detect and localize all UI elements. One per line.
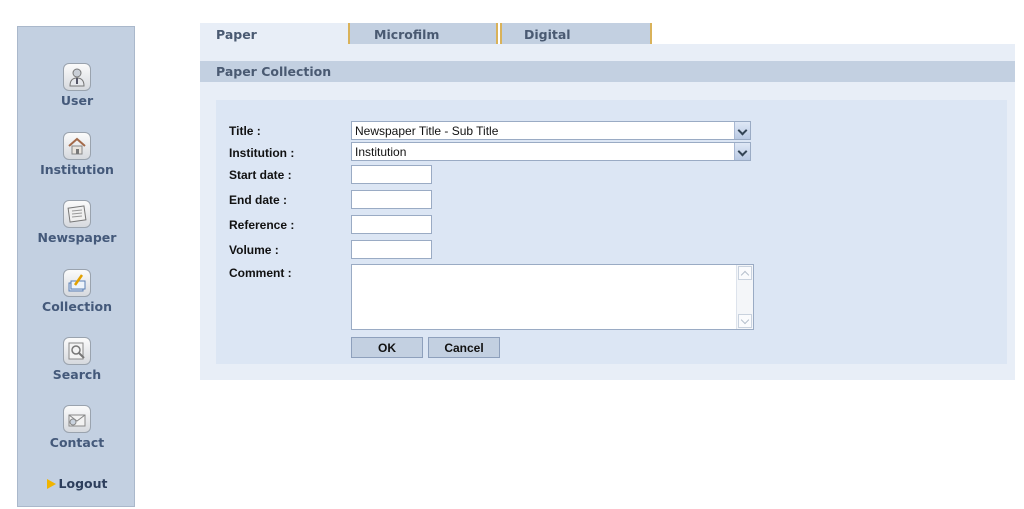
- ok-button[interactable]: OK: [351, 337, 423, 358]
- house-icon: [63, 132, 91, 160]
- end-date-input[interactable]: [351, 190, 432, 209]
- sidebar: User Institution Newspaper Collection Se…: [17, 26, 135, 507]
- tab-digital[interactable]: Digital: [500, 23, 652, 44]
- volume-input[interactable]: [351, 240, 432, 259]
- user-icon: [63, 63, 91, 91]
- sidebar-item-user[interactable]: User: [18, 63, 136, 108]
- sidebar-item-institution[interactable]: Institution: [18, 132, 136, 177]
- title-select-value: Newspaper Title - Sub Title: [355, 124, 499, 138]
- title-select[interactable]: Newspaper Title - Sub Title: [351, 121, 751, 140]
- scroll-up-icon[interactable]: [738, 266, 752, 280]
- sidebar-item-newspaper[interactable]: Newspaper: [18, 200, 136, 245]
- chevron-down-icon[interactable]: [734, 143, 750, 160]
- reference-label: Reference :: [229, 218, 295, 232]
- collection-icon: [63, 269, 91, 297]
- start-date-input[interactable]: [351, 165, 432, 184]
- reference-input[interactable]: [351, 215, 432, 234]
- end-date-label: End date :: [229, 193, 288, 207]
- arrow-right-icon: [46, 479, 56, 489]
- logout-label: Logout: [58, 476, 108, 491]
- volume-label: Volume :: [229, 243, 279, 257]
- institution-label: Institution :: [229, 146, 295, 160]
- comment-scrollbar[interactable]: [736, 265, 753, 329]
- sidebar-item-contact[interactable]: Contact: [18, 405, 136, 450]
- sidebar-item-search[interactable]: Search: [18, 337, 136, 382]
- search-icon: [63, 337, 91, 365]
- institution-select[interactable]: Institution: [351, 142, 751, 161]
- sidebar-item-collection[interactable]: Collection: [18, 269, 136, 314]
- section-title: Paper Collection: [200, 61, 1015, 82]
- institution-select-value: Institution: [355, 145, 407, 159]
- title-label: Title :: [229, 124, 261, 138]
- sidebar-item-label: Newspaper: [37, 230, 117, 245]
- logout-link[interactable]: Logout: [18, 473, 136, 492]
- tab-microfilm[interactable]: Microfilm: [348, 23, 498, 44]
- sidebar-item-label: Contact: [49, 435, 105, 450]
- cancel-button[interactable]: Cancel: [428, 337, 500, 358]
- comment-label: Comment :: [229, 266, 292, 280]
- sidebar-item-label: Collection: [42, 299, 112, 314]
- chevron-down-icon[interactable]: [734, 122, 750, 139]
- scroll-down-icon[interactable]: [738, 314, 752, 328]
- sidebar-item-label: User: [60, 93, 94, 108]
- sidebar-item-label: Search: [52, 367, 102, 382]
- comment-textarea[interactable]: [351, 264, 754, 330]
- mail-icon: [63, 405, 91, 433]
- start-date-label: Start date :: [229, 168, 292, 182]
- tab-paper[interactable]: Paper: [200, 23, 348, 44]
- sidebar-item-label: Institution: [40, 162, 114, 177]
- newspaper-icon: [63, 200, 91, 228]
